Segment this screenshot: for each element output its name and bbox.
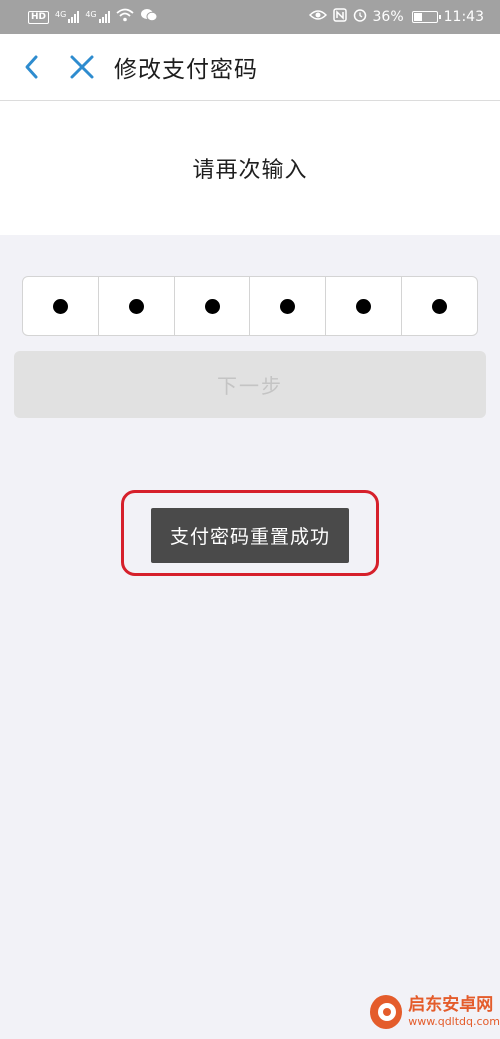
network-label-2: 4G (85, 10, 97, 19)
close-icon (70, 55, 94, 79)
password-dot (356, 298, 372, 314)
wifi-icon (116, 8, 134, 26)
watermark-text: 启东安卓网 www.qdltdq.com (408, 995, 500, 1029)
battery-icon (411, 11, 441, 23)
close-button[interactable] (60, 45, 104, 89)
signal-icon: 4G (55, 10, 80, 23)
back-button[interactable] (10, 45, 54, 89)
eye-icon (308, 9, 327, 25)
password-input[interactable] (22, 276, 478, 336)
status-time: 11:43 (443, 9, 484, 25)
next-step-button[interactable]: 下一步 (14, 351, 486, 418)
password-digit-2[interactable] (99, 277, 175, 335)
password-digit-1[interactable] (23, 277, 99, 335)
password-digit-6[interactable] (402, 277, 477, 335)
status-bar: HD 4G 4G 36% 11:43 (0, 0, 500, 34)
password-digit-4[interactable] (250, 277, 327, 335)
password-dot (204, 298, 220, 314)
watermark-logo-icon (370, 995, 403, 1029)
watermark: 启东安卓网 www.qdltdq.com (370, 985, 500, 1039)
password-dot (432, 298, 448, 314)
password-dot (52, 298, 68, 314)
password-digit-5[interactable] (326, 277, 403, 335)
wechat-icon (140, 8, 158, 26)
password-dot (128, 298, 144, 314)
alarm-icon (353, 8, 367, 26)
prompt-text: 请再次输入 (192, 158, 308, 183)
watermark-name: 启东安卓网 (408, 995, 494, 1015)
toast-message: 支付密码重置成功 (151, 508, 349, 563)
password-dot (280, 298, 296, 314)
nfc-icon (332, 8, 347, 26)
signal-icon-2: 4G (85, 10, 110, 23)
battery-percent: 36% (372, 9, 404, 25)
status-bar-left: HD 4G 4G (28, 8, 158, 26)
watermark-url: www.qdltdq.com (408, 1015, 500, 1028)
nav-bar: 修改支付密码 (0, 34, 500, 101)
page-title: 修改支付密码 (114, 57, 258, 83)
chevron-left-icon (25, 55, 38, 79)
hd-badge: HD (28, 10, 50, 24)
network-label: 4G (55, 10, 67, 19)
prompt-area: 请再次输入 (0, 101, 500, 235)
status-bar-right: 36% 11:43 (308, 8, 484, 26)
password-digit-3[interactable] (175, 277, 251, 335)
